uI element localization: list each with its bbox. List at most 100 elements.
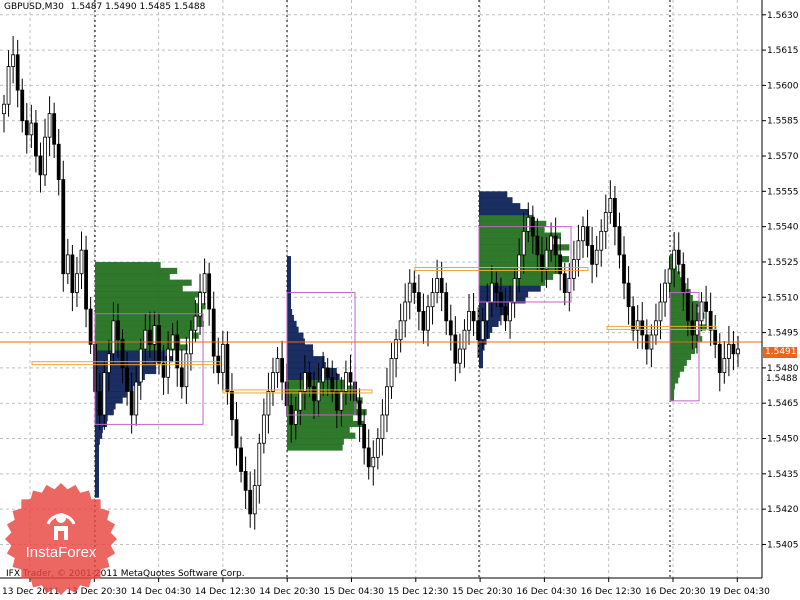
logo-text: InstaForex [26, 544, 97, 561]
candle-body [207, 273, 212, 310]
profile-bar [95, 432, 103, 439]
candle-body [508, 301, 512, 322]
candle-body [266, 391, 271, 416]
profile-bar [479, 350, 483, 357]
candle-body [717, 343, 722, 374]
candle-body [330, 376, 335, 392]
candle-body [166, 348, 171, 378]
candle-body [663, 282, 667, 303]
y-tick-label: 1.5510 [767, 293, 799, 303]
candle-body [11, 54, 16, 67]
candle-body [635, 320, 640, 331]
candle-body [567, 278, 572, 293]
candle-body [736, 348, 740, 355]
candle-body [690, 320, 695, 336]
candle-body [79, 249, 84, 275]
candle-body [293, 409, 298, 425]
candle-body [695, 320, 699, 336]
candle-body [143, 329, 148, 350]
candle-body [52, 113, 57, 145]
candle-body [676, 249, 681, 265]
candle-body [512, 278, 517, 303]
y-tick-label: 1.5420 [767, 505, 799, 515]
candle-body [458, 348, 462, 364]
candle-body [248, 489, 253, 515]
candle-body [590, 245, 595, 265]
profile-bar [287, 444, 343, 451]
candle-body [97, 391, 102, 416]
candle-body [517, 254, 522, 279]
candle-body [198, 292, 202, 317]
profile-bar [287, 332, 304, 339]
profile-bar [670, 389, 675, 396]
candle-body [362, 423, 367, 449]
y-tick-label: 1.5570 [767, 152, 799, 162]
candle-body [613, 197, 617, 228]
profile-bar [670, 383, 676, 390]
candle-body [271, 372, 275, 392]
candle-body [257, 442, 262, 487]
candle-body [471, 310, 476, 322]
profile-bar [479, 356, 483, 363]
x-tick-label: 16 Dec 20:30 [645, 587, 706, 597]
profile-bar [95, 414, 108, 422]
candle-body [603, 212, 608, 232]
current-price-badge: 1.5491 [763, 347, 797, 358]
candle-body [562, 273, 567, 293]
candle-body [138, 348, 143, 383]
profile-bar [95, 350, 166, 357]
candle-body [29, 122, 34, 136]
candle-body [549, 235, 553, 251]
candle-body [56, 143, 61, 180]
profile-bar [670, 394, 674, 402]
profile-bar [287, 314, 294, 322]
x-tick-label: 14 Dec 20:30 [259, 587, 320, 597]
profile-bar [95, 379, 141, 386]
y-tick-label: 1.5540 [767, 223, 799, 233]
profile-bar [479, 362, 483, 369]
profile-bar [670, 365, 685, 372]
candle-body [2, 103, 6, 115]
candle-body [243, 471, 248, 491]
candle-body [102, 372, 107, 416]
profile-bar [95, 456, 99, 463]
profile-bar [287, 256, 291, 263]
profile-bar [287, 326, 299, 333]
x-tick-label: 15 Dec 20:30 [452, 587, 513, 597]
profile-bar [287, 309, 293, 316]
profile-bar [95, 285, 183, 292]
candle-body [585, 226, 590, 246]
profile-bar [670, 277, 683, 284]
candle-body [485, 301, 490, 322]
candle-body [120, 339, 125, 369]
x-tick-label: 15 Dec 04:30 [324, 587, 385, 597]
candle-body [444, 292, 449, 322]
candle-body [526, 216, 531, 232]
profile-bar [95, 438, 100, 445]
profile-bar [287, 420, 365, 428]
x-tick-label: 19 Dec 04:30 [709, 587, 770, 597]
profile-bar [287, 279, 291, 286]
candle-body [398, 320, 403, 341]
candle-body [581, 226, 585, 242]
profile-bar [670, 359, 687, 366]
candle-body [252, 485, 257, 515]
candle-body [476, 320, 481, 341]
candle-body [220, 343, 225, 374]
candle-body [43, 136, 47, 176]
candle-body [38, 155, 43, 176]
candle-body [626, 282, 631, 308]
candle-body [316, 381, 321, 402]
profile-bar [95, 444, 100, 451]
candle-body [658, 301, 663, 322]
candle-body [20, 89, 25, 122]
y-tick-label: 1.5585 [767, 117, 799, 127]
candle-body [576, 240, 581, 261]
candle-body [307, 372, 312, 388]
candle-body [453, 334, 458, 364]
profile-bar [287, 303, 291, 310]
profile-bar [95, 261, 161, 269]
candle-body [175, 334, 180, 369]
candle-body [193, 315, 198, 331]
last-price-label: 1.5488 [765, 374, 799, 384]
